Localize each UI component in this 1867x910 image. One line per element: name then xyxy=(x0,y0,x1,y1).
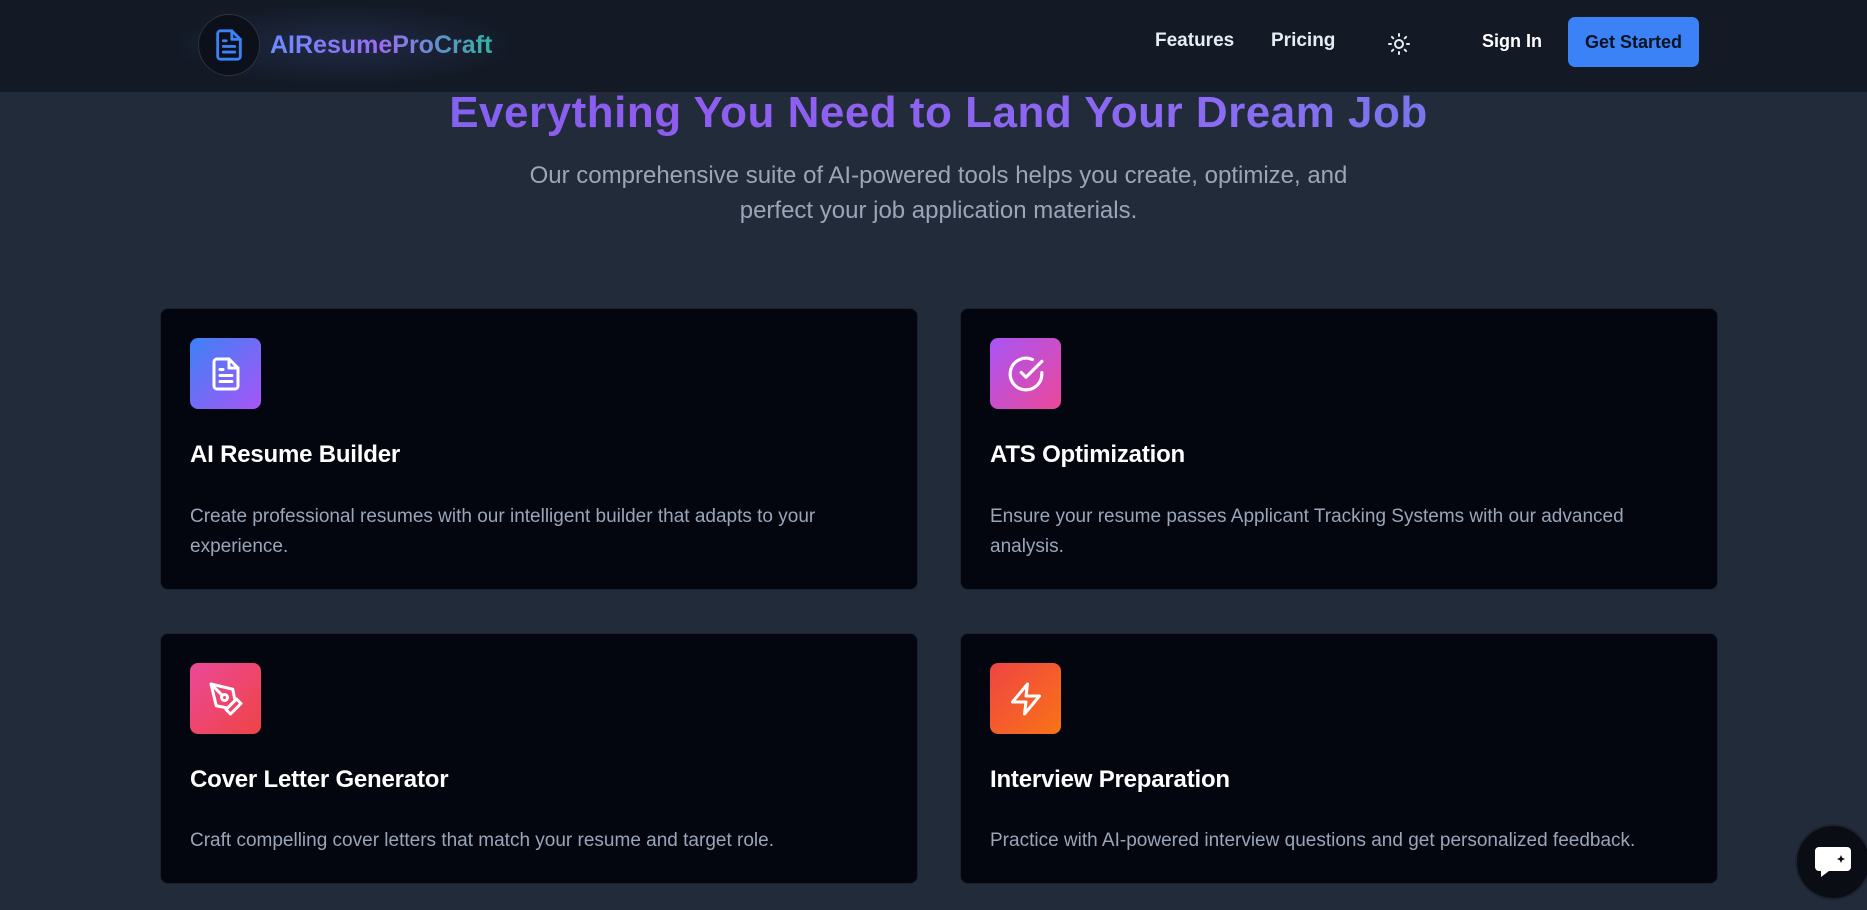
nav-pricing-link[interactable]: Pricing xyxy=(1271,30,1335,52)
document-icon xyxy=(198,14,260,76)
chat-icon xyxy=(1815,847,1851,877)
feature-title: Interview Preparation xyxy=(990,766,1230,793)
navbar: AIResumeProCraft Features Pricing Sign I… xyxy=(0,0,1867,92)
theme-toggle-button[interactable] xyxy=(1383,28,1415,60)
feature-card-cover-letter: Cover Letter Generator Craft compelling … xyxy=(160,633,918,884)
document-icon xyxy=(190,338,261,409)
feature-card-resume-builder: AI Resume Builder Create professional re… xyxy=(160,308,918,590)
brand[interactable]: AIResumeProCraft xyxy=(180,6,508,84)
sun-icon xyxy=(1388,33,1410,55)
page-title: Everything You Need to Land Your Dream J… xyxy=(0,88,1867,138)
brand-name: AIResumeProCraft xyxy=(270,30,493,59)
nav-features-link[interactable]: Features xyxy=(1155,30,1234,52)
lightning-icon xyxy=(990,663,1061,734)
sign-in-button[interactable]: Sign In xyxy=(1482,31,1542,52)
feature-title: AI Resume Builder xyxy=(190,441,400,468)
feature-description: Craft compelling cover letters that matc… xyxy=(190,830,774,851)
feature-card-ats-optimization: ATS Optimization Ensure your resume pass… xyxy=(960,308,1718,590)
feature-description: Practice with AI-powered interview quest… xyxy=(990,830,1636,851)
get-started-button[interactable]: Get Started xyxy=(1568,17,1699,67)
page-subtitle: Our comprehensive suite of AI-powered to… xyxy=(529,162,1348,224)
feature-title: ATS Optimization xyxy=(990,441,1186,468)
pen-tool-icon xyxy=(190,663,261,734)
feature-card-interview-prep: Interview Preparation Practice with AI-p… xyxy=(960,633,1718,884)
check-circle-icon xyxy=(990,338,1061,409)
feature-title: Cover Letter Generator xyxy=(190,766,449,793)
feature-description: Create professional resumes with our int… xyxy=(190,506,816,557)
feature-description: Ensure your resume passes Applicant Trac… xyxy=(990,506,1624,557)
chat-widget-button[interactable] xyxy=(1795,824,1867,900)
